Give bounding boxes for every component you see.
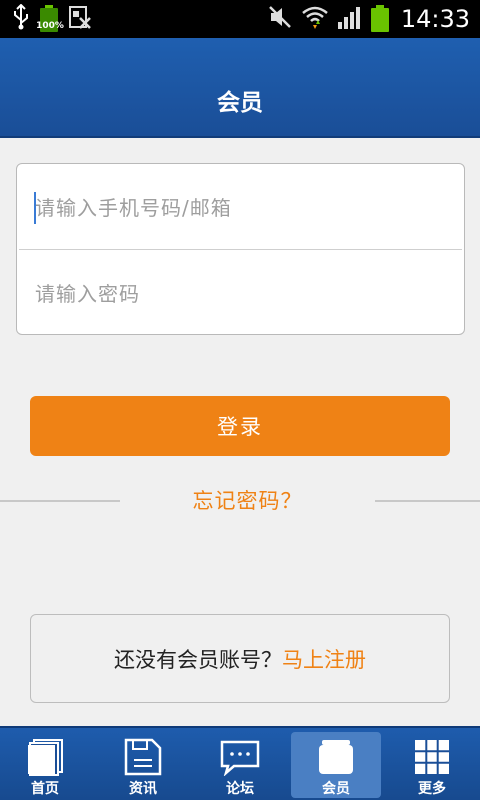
- battery-icon: [370, 5, 389, 33]
- status-time: 14:33: [400, 5, 470, 33]
- text-cursor: [34, 192, 36, 224]
- status-bar: 100% 14:33: [0, 0, 480, 38]
- nav-label-member: 会员: [322, 781, 350, 797]
- forgot-divider-right: [375, 500, 480, 502]
- account-input-placeholder: 请输入手机号码/邮箱: [35, 196, 232, 220]
- forgot-divider-left: [0, 500, 120, 502]
- home-pages-icon: [25, 738, 65, 776]
- photo-icon: [68, 4, 92, 34]
- app-header: 会员: [0, 38, 480, 138]
- nav-item-member[interactable]: 会员: [291, 732, 381, 798]
- password-input[interactable]: 请输入密码: [17, 250, 464, 335]
- login-button[interactable]: 登录: [30, 396, 450, 456]
- account-input[interactable]: 请输入手机号码/邮箱: [17, 164, 464, 249]
- nav-label-forum: 论坛: [226, 781, 254, 797]
- forgot-password-link[interactable]: 忘记密码？: [120, 486, 375, 516]
- status-bar-right: 14:33: [267, 0, 470, 38]
- nav-item-home[interactable]: 首页: [0, 732, 90, 798]
- register-link[interactable]: 马上注册: [282, 644, 366, 674]
- password-input-placeholder: 请输入密码: [35, 282, 140, 306]
- signal-icon: [337, 4, 363, 34]
- battery-icon: 100%: [36, 5, 64, 33]
- battery-percent: 100%: [36, 21, 64, 31]
- page-title: 会员: [217, 90, 263, 116]
- member-card-icon: [316, 738, 356, 776]
- more-grid-icon: [412, 738, 452, 776]
- forum-chat-icon: [220, 738, 260, 777]
- wifi-icon: [301, 4, 329, 34]
- mute-icon: [267, 4, 293, 34]
- register-prompt: 还没有会员账号？: [114, 647, 282, 672]
- news-file-icon: [123, 738, 163, 776]
- register-box: 还没有会员账号？ 马上注册: [30, 614, 450, 703]
- nav-label-home: 首页: [31, 781, 59, 797]
- nav-item-forum[interactable]: 论坛: [195, 732, 285, 798]
- status-bar-left: 100%: [12, 3, 92, 34]
- nav-item-news[interactable]: 资讯: [98, 732, 188, 798]
- usb-icon: [12, 3, 30, 34]
- nav-label-news: 资讯: [129, 781, 157, 797]
- nav-label-more: 更多: [418, 781, 446, 797]
- login-form: 请输入手机号码/邮箱 请输入密码: [16, 163, 465, 335]
- nav-item-more[interactable]: 更多: [387, 732, 477, 798]
- bottom-nav: 首页 资讯 论坛 会员 更多: [0, 726, 480, 800]
